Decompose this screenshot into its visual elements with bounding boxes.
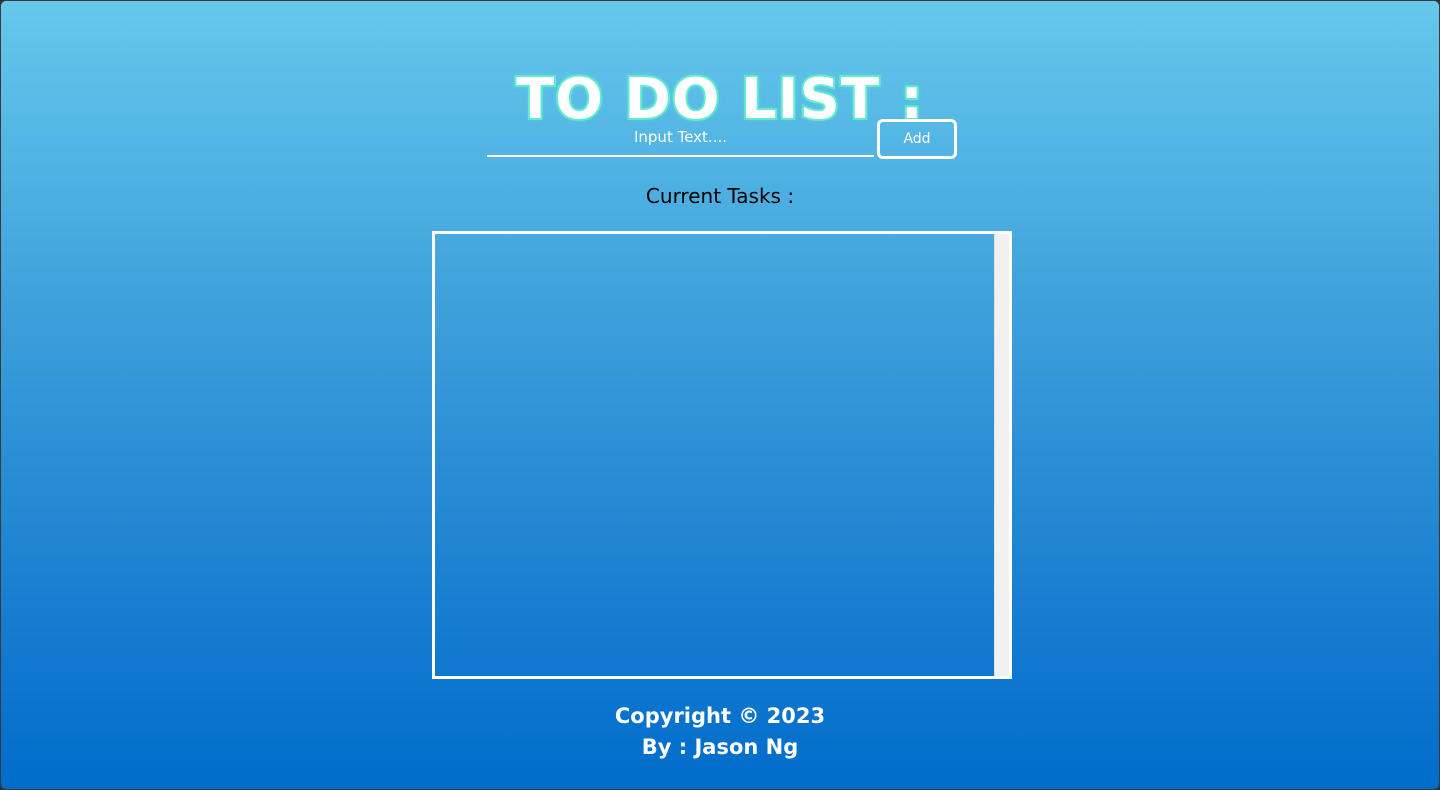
author-text: By : Jason Ng (641, 735, 799, 759)
task-list-scrollbar[interactable] (994, 234, 1009, 676)
task-entry-row: Add (487, 119, 957, 159)
task-list-panel[interactable] (432, 231, 1012, 679)
copyright-text: Copyright © 2023 (614, 704, 826, 728)
add-task-button[interactable]: Add (877, 119, 957, 159)
app-window: TO DO LIST : Add Current Tasks : Copyrig… (0, 0, 1440, 790)
footer: Copyright © 2023 By : Jason Ng (1, 701, 1439, 763)
task-text-input[interactable] (487, 119, 874, 157)
current-tasks-heading: Current Tasks : (645, 184, 795, 208)
